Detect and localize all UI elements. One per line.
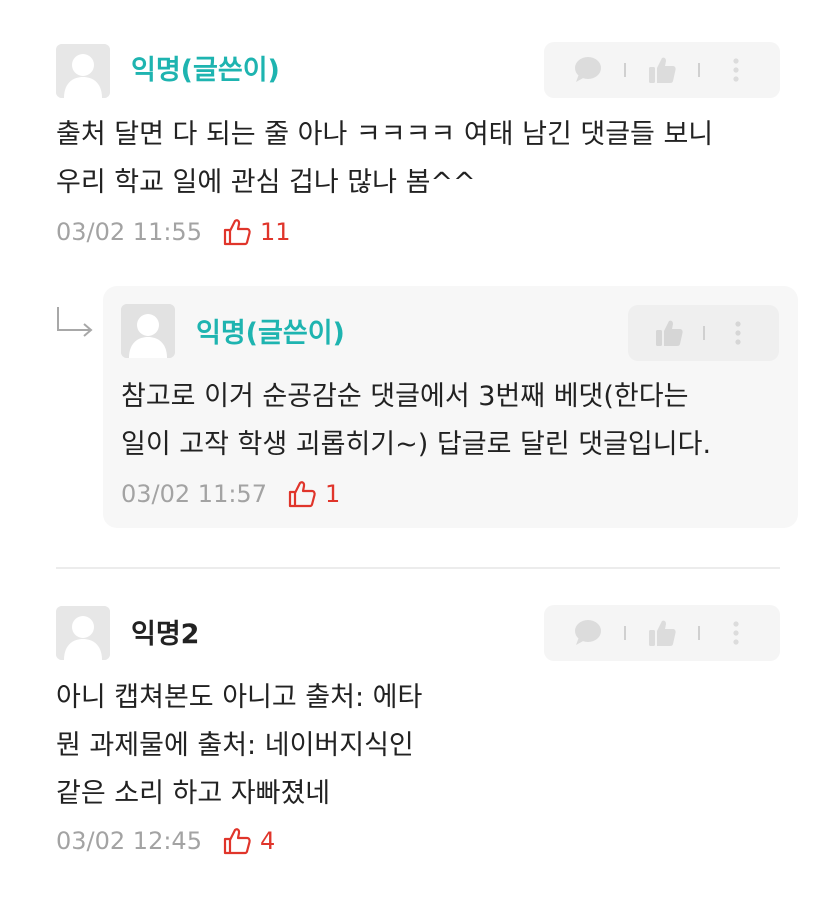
comment-text-line: 일이 고작 학생 괴롭히기~) 답글로 달린 댓글입니다. — [121, 429, 712, 460]
comment-author: 익명(글쓴이) — [131, 55, 280, 86]
comment-author: 익명2 — [131, 619, 200, 650]
more-icon[interactable] — [721, 316, 755, 350]
separator — [624, 626, 626, 640]
comment-text: 출처 달면 다 되는 줄 아나 ㅋㅋㅋㅋ 여태 남긴 댓글들 보니 우리 학교 … — [56, 111, 713, 207]
like-count: 1 — [324, 480, 341, 508]
reply-comment: 익명(글쓴이) 참고로 이거 순공감순 댓글에서 3번째 베댓(한다는 일이 고… — [103, 286, 798, 528]
thumbs-up-icon[interactable] — [652, 316, 686, 350]
comment-text-line: 같은 소리 하고 자빠졌네 — [56, 778, 331, 809]
divider — [56, 567, 780, 569]
separator — [702, 326, 705, 340]
comment-actions — [628, 305, 779, 361]
avatar[interactable] — [56, 606, 110, 660]
comment-actions — [544, 42, 780, 98]
like-icon[interactable] — [222, 826, 252, 856]
comment-meta: 03/02 12:45 4 — [56, 826, 275, 856]
separator — [698, 63, 700, 77]
comment-actions — [544, 605, 780, 661]
comment-icon[interactable] — [571, 53, 605, 87]
comment-text-line: 아니 캡쳐본도 아니고 출처: 에타 — [56, 682, 423, 713]
comment-text-line: 출처 달면 다 되는 줄 아나 ㅋㅋㅋㅋ 여태 남긴 댓글들 보니 — [56, 119, 714, 150]
separator — [698, 626, 700, 640]
like-icon[interactable] — [287, 479, 317, 509]
avatar[interactable] — [121, 304, 175, 358]
default-profile-icon — [56, 44, 110, 98]
thumbs-up-icon[interactable] — [645, 616, 679, 650]
comment-text: 아니 캡쳐본도 아니고 출처: 에타 뭔 과제물에 출처: 네이버지식인 같은 … — [56, 674, 422, 818]
default-profile-icon — [121, 304, 175, 358]
like-icon[interactable] — [222, 217, 252, 247]
comment-meta: 03/02 11:57 1 — [121, 479, 340, 509]
comment-text-line: 참고로 이거 순공감순 댓글에서 3번째 베댓(한다는 — [121, 381, 689, 412]
reply-arrow-icon — [57, 307, 93, 337]
separator — [624, 63, 626, 77]
more-icon[interactable] — [719, 53, 753, 87]
comment-meta: 03/02 11:55 11 — [56, 217, 291, 247]
comment-text: 참고로 이거 순공감순 댓글에서 3번째 베댓(한다는 일이 고작 학생 괴롭히… — [121, 373, 711, 469]
more-icon[interactable] — [719, 616, 753, 650]
comment-icon[interactable] — [571, 616, 605, 650]
thumbs-up-icon[interactable] — [645, 53, 679, 87]
like-count: 4 — [259, 827, 276, 855]
comment-author: 익명(글쓴이) — [196, 318, 345, 349]
comment-time: 03/02 12:45 — [56, 827, 202, 855]
default-profile-icon — [56, 606, 110, 660]
comment-time: 03/02 11:55 — [56, 218, 202, 246]
comment-time: 03/02 11:57 — [121, 480, 267, 508]
avatar[interactable] — [56, 44, 110, 98]
comment-text-line: 뭔 과제물에 출처: 네이버지식인 — [56, 730, 414, 761]
like-count: 11 — [259, 218, 291, 246]
comment-text-line: 우리 학교 일에 관심 겁나 많나 봄^^ — [56, 167, 476, 198]
